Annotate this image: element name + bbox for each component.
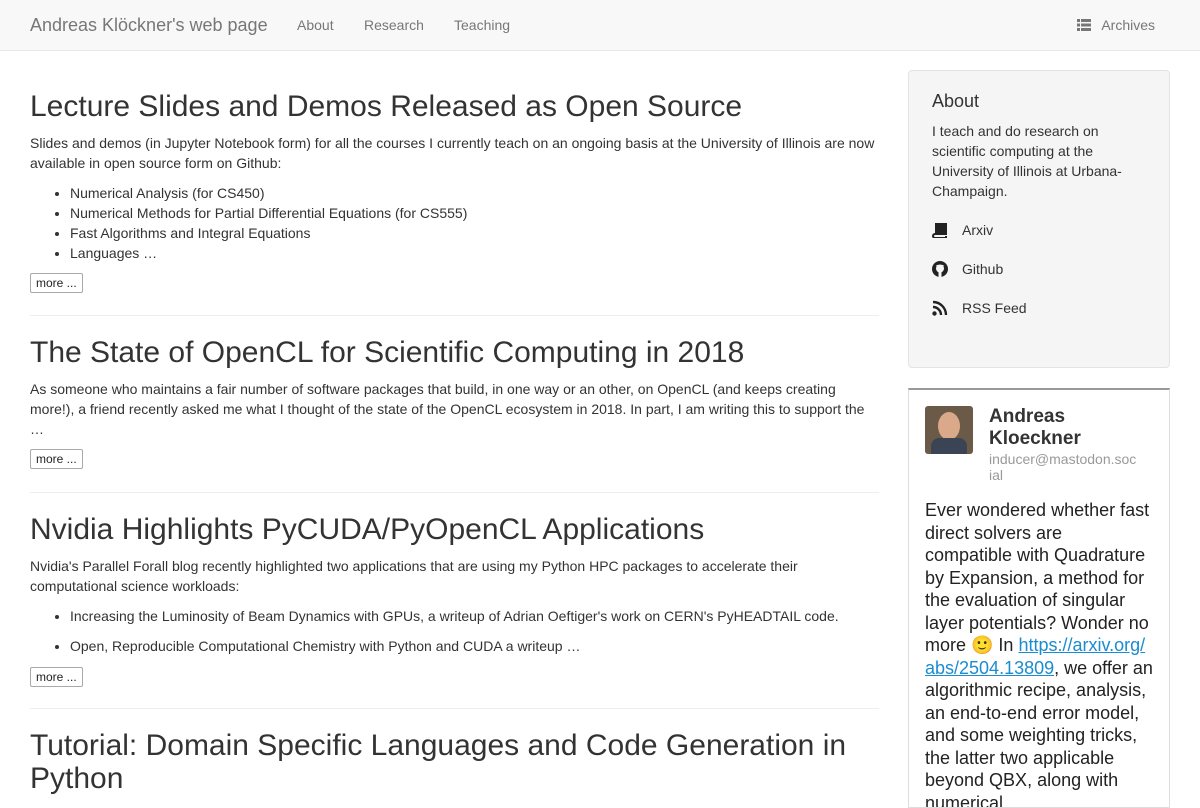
rss-icon <box>932 300 948 316</box>
post-bullet-list: Numerical Analysis (for CS450) Numerical… <box>70 183 879 263</box>
post-item: Lecture Slides and Demos Released as Ope… <box>30 71 879 316</box>
list-item: Languages … <box>70 243 879 263</box>
post-title-link[interactable]: The State of OpenCL for Scientific Compu… <box>30 336 744 369</box>
nav-link-research[interactable]: Research <box>364 16 424 34</box>
post-summary: As someone who maintains a fair number o… <box>30 379 879 439</box>
list-item: Numerical Analysis (for CS450) <box>70 183 879 203</box>
archives-link[interactable]: Archives <box>1077 16 1155 34</box>
list-item: Open, Reproducible Computational Chemist… <box>70 636 879 656</box>
post-summary: Nvidia's Parallel Forall blog recently h… <box>30 556 879 596</box>
post-item: The State of OpenCL for Scientific Compu… <box>30 316 879 493</box>
sidebar-about-panel: About I teach and do research on scienti… <box>908 70 1170 368</box>
sidebar-link-label: RSS Feed <box>962 298 1027 318</box>
post-title-link[interactable]: Tutorial: Domain Specific Languages and … <box>30 729 846 795</box>
book-icon <box>932 222 948 238</box>
post-title-link[interactable]: Nvidia Highlights PyCUDA/PyOpenCL Applic… <box>30 513 704 546</box>
sidebar-link-github[interactable]: Github <box>932 259 1146 279</box>
list-icon <box>1077 19 1091 31</box>
more-button[interactable]: more ... <box>30 449 83 469</box>
post-list: Lecture Slides and Demos Released as Ope… <box>30 71 879 795</box>
github-icon <box>932 261 948 277</box>
list-item: Increasing the Luminosity of Beam Dynami… <box>70 606 879 626</box>
site-brand-link[interactable]: Andreas Klöckner's web page <box>30 14 268 36</box>
sidebar-link-rss[interactable]: RSS Feed <box>932 298 1146 318</box>
more-button[interactable]: more ... <box>30 273 83 293</box>
post-item: Nvidia Highlights PyCUDA/PyOpenCL Applic… <box>30 493 879 709</box>
navbar: Andreas Klöckner's web page About Resear… <box>0 0 1200 51</box>
list-item: Numerical Methods for Partial Differenti… <box>70 203 879 223</box>
avatar[interactable] <box>925 406 973 454</box>
sidebar-about-text: I teach and do research on scientific co… <box>932 121 1146 201</box>
mastodon-profile: Andreas Kloeckner inducer@mastodon.socia… <box>925 406 1153 483</box>
mastodon-post: Ever wondered whether fast direct solver… <box>925 499 1153 808</box>
sidebar-link-label: Arxiv <box>962 220 993 240</box>
list-item: Fast Algorithms and Integral Equations <box>70 223 879 243</box>
more-button[interactable]: more ... <box>30 667 83 687</box>
post-item: Tutorial: Domain Specific Languages and … <box>30 709 879 795</box>
toot-text: Ever wondered whether fast direct solver… <box>925 500 1149 655</box>
mastodon-handle[interactable]: inducer@mastodon.social <box>989 451 1139 483</box>
sidebar-about-title: About <box>932 90 1146 112</box>
toot-text-continued: , we offer an algorithmic recipe, analys… <box>925 658 1153 808</box>
mastodon-feed-widget: Andreas Kloeckner inducer@mastodon.socia… <box>908 388 1170 808</box>
nav-link-about[interactable]: About <box>297 16 334 34</box>
nav-link-teaching[interactable]: Teaching <box>454 16 510 34</box>
post-title-link[interactable]: Lecture Slides and Demos Released as Ope… <box>30 90 742 123</box>
mastodon-display-name[interactable]: Andreas Kloeckner <box>989 406 1139 450</box>
sidebar-link-arxiv[interactable]: Arxiv <box>932 220 1146 240</box>
sidebar-link-label: Github <box>962 259 1003 279</box>
archives-label: Archives <box>1101 16 1155 34</box>
post-bullet-list: Increasing the Luminosity of Beam Dynami… <box>70 606 879 656</box>
post-summary: Slides and demos (in Jupyter Notebook fo… <box>30 133 879 173</box>
